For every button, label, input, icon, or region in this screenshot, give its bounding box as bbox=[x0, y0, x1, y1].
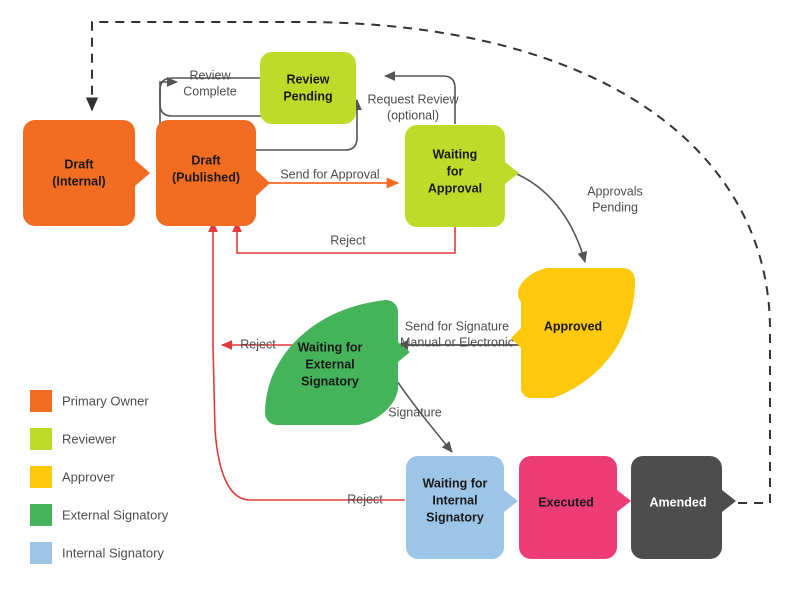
waiting-external-label-line-1: Waiting for bbox=[298, 340, 363, 354]
executed-label: Executed bbox=[538, 495, 594, 509]
approvals-pending-line bbox=[511, 171, 588, 264]
edge-label-review-complete: Review Complete bbox=[183, 68, 237, 98]
legend-item-external-signatory: External Signatory bbox=[30, 504, 169, 526]
request-review-label-line-1: Request Review bbox=[367, 92, 459, 106]
waiting-approval-label-line-2: for bbox=[447, 164, 464, 178]
edge-reject-external bbox=[208, 220, 330, 350]
legend-item-approver: Approver bbox=[30, 466, 115, 488]
review-complete-label-line-1: Review bbox=[190, 68, 232, 82]
waiting-approval-label-line-1: Waiting bbox=[433, 147, 478, 161]
node-amended[interactable]: Amended bbox=[631, 456, 736, 559]
legend-swatch-external-signatory bbox=[30, 504, 52, 526]
waiting-internal-label-line-1: Waiting for bbox=[423, 476, 488, 490]
send-for-signature-label-line-2: Manual or Electronic bbox=[400, 335, 514, 349]
legend-label-reviewer: Reviewer bbox=[62, 431, 117, 446]
waiting-external-label-line-2: External bbox=[305, 357, 354, 371]
approved-label: Approved bbox=[544, 319, 602, 333]
edge-label-approvals-pending: Approvals Pending bbox=[587, 184, 643, 214]
edge-approvals-pending bbox=[511, 171, 588, 264]
legend-label-external-signatory: External Signatory bbox=[62, 507, 169, 522]
draft-internal-label-line-2: (Internal) bbox=[52, 174, 105, 188]
review-complete-label-line-2: Complete bbox=[183, 84, 237, 98]
node-draft-published[interactable]: Draft (Published) bbox=[156, 120, 270, 226]
draft-internal-label-line-1: Draft bbox=[64, 157, 94, 171]
approvals-pending-label-line-2: Pending bbox=[592, 200, 638, 214]
node-draft-internal[interactable]: Draft (Internal) bbox=[23, 120, 150, 226]
waiting-approval-label-line-3: Approval bbox=[428, 181, 482, 195]
legend-item-internal-signatory: Internal Signatory bbox=[30, 542, 164, 564]
legend-item-reviewer: Reviewer bbox=[30, 428, 117, 450]
edge-label-request-review: Request Review (optional) bbox=[367, 92, 459, 122]
waiting-internal-label-line-3: Signatory bbox=[426, 510, 484, 524]
review-pending-shape bbox=[260, 52, 356, 124]
send-for-signature-label-line-1: Send for Signature bbox=[405, 319, 509, 333]
node-approved[interactable]: Approved bbox=[511, 268, 635, 398]
approvals-pending-label-line-1: Approvals bbox=[587, 184, 643, 198]
node-executed[interactable]: Executed bbox=[519, 456, 631, 559]
signature-label: Signature bbox=[388, 405, 442, 419]
legend-label-approver: Approver bbox=[62, 469, 115, 484]
legend: Primary Owner Reviewer Approver External… bbox=[30, 390, 169, 564]
node-waiting-internal[interactable]: Waiting for Internal Signatory bbox=[406, 456, 518, 559]
edge-label-signature: Signature bbox=[388, 405, 442, 419]
edge-label-send-for-signature: Send for Signature Manual or Electronic bbox=[400, 319, 514, 349]
legend-swatch-primary-owner bbox=[30, 390, 52, 412]
request-review-label-line-2: (optional) bbox=[387, 108, 439, 122]
reject-external-label: Reject bbox=[240, 337, 276, 351]
node-review-pending[interactable]: Review Pending bbox=[260, 52, 356, 124]
edge-label-reject-external: Reject bbox=[240, 337, 276, 351]
legend-item-primary-owner: Primary Owner bbox=[30, 390, 149, 412]
waiting-internal-shape bbox=[406, 456, 518, 559]
reject-internal-label: Reject bbox=[347, 492, 383, 506]
reject-approval-label: Reject bbox=[330, 233, 366, 247]
legend-swatch-reviewer bbox=[30, 428, 52, 450]
waiting-external-label-line-3: Signatory bbox=[301, 374, 359, 388]
amended-label: Amended bbox=[650, 495, 707, 509]
legend-label-primary-owner: Primary Owner bbox=[62, 393, 149, 408]
draft-published-label-line-2: (Published) bbox=[172, 170, 240, 184]
legend-swatch-internal-signatory bbox=[30, 542, 52, 564]
waiting-internal-label-line-2: Internal bbox=[432, 493, 477, 507]
review-pending-label-line-2: Pending bbox=[283, 89, 332, 103]
legend-label-internal-signatory: Internal Signatory bbox=[62, 545, 164, 560]
draft-published-label-line-1: Draft bbox=[191, 153, 221, 167]
draft-internal-shape bbox=[23, 120, 150, 226]
workflow-diagram: Draft (Internal) Draft (Published) Revie… bbox=[23, 21, 771, 564]
send-for-approval-label: Send for Approval bbox=[280, 167, 379, 181]
edge-label-reject-approval: Reject bbox=[330, 233, 366, 247]
node-waiting-approval[interactable]: Waiting for Approval bbox=[405, 125, 519, 227]
edge-label-reject-internal: Reject bbox=[347, 492, 383, 506]
edge-label-send-for-approval: Send for Approval bbox=[280, 167, 379, 181]
workflow-diagram-canvas: Draft (Internal) Draft (Published) Revie… bbox=[0, 0, 800, 597]
legend-swatch-approver bbox=[30, 466, 52, 488]
review-pending-label-line-1: Review bbox=[286, 72, 329, 86]
